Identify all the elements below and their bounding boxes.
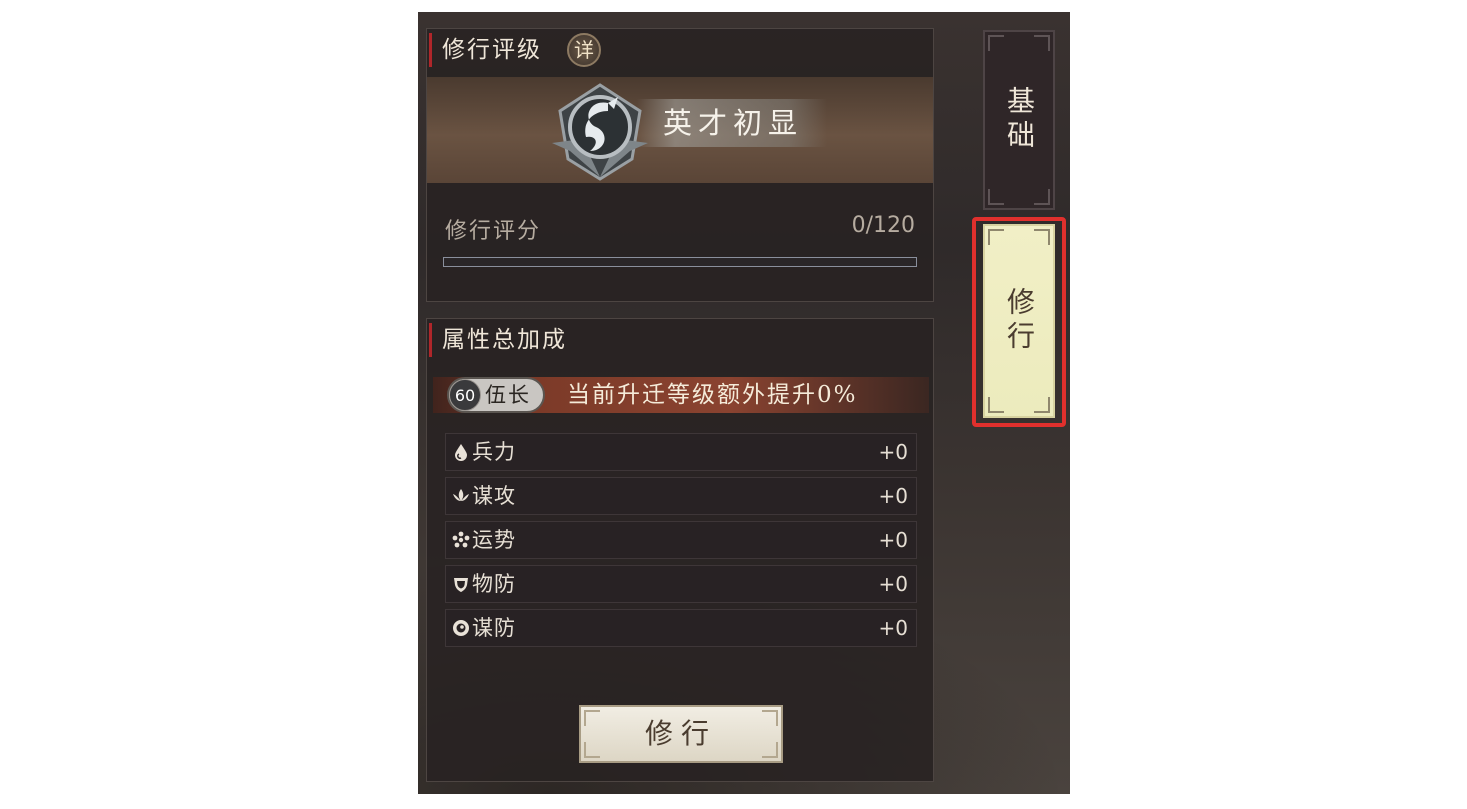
corner-ornament: [584, 742, 600, 758]
stat-value: +0: [878, 572, 908, 596]
lotus-icon: [453, 489, 469, 501]
corner-ornament: [988, 189, 1004, 205]
corner-ornament: [1034, 35, 1050, 51]
attributes-panel: 属性总加成 60 伍长 当前升迁等级额外提升0% 兵力 +0 谋攻 +0 运势 …: [426, 318, 934, 782]
rating-title: 修行评级: [429, 33, 542, 67]
rating-panel: 修行评级 详 英才初显 修行评分 0/120: [426, 28, 934, 302]
stat-row-fortune: 运势 +0: [445, 521, 917, 559]
level-name: 伍长: [485, 383, 531, 407]
corner-ornament: [1034, 189, 1050, 205]
stat-name: 谋攻: [472, 484, 516, 508]
score-progress-bar: [443, 257, 917, 267]
shield-icon: [454, 578, 468, 592]
corner-ornament: [762, 710, 778, 726]
train-button-label: 修行: [644, 717, 717, 750]
corner-ornament: [988, 229, 1004, 245]
score-value: 0/120: [851, 213, 915, 238]
rank-name: 英才初显: [663, 106, 804, 140]
stat-row-troops: 兵力 +0: [445, 433, 917, 471]
flower-icon: [452, 531, 470, 548]
corner-ornament: [988, 35, 1004, 51]
corner-ornament: [762, 742, 778, 758]
score-label: 修行评分: [445, 219, 542, 244]
rank-emblem-icon: [552, 83, 648, 181]
corner-ornament: [1034, 229, 1050, 245]
stat-name: 兵力: [472, 440, 516, 464]
tab-basic[interactable]: 基础: [983, 30, 1055, 210]
drop-icon: [455, 444, 467, 461]
eye-icon: [453, 620, 469, 636]
stat-name: 物防: [472, 572, 516, 596]
stat-name: 谋防: [472, 616, 516, 640]
stat-value: +0: [878, 484, 908, 508]
stat-row-physical-defense: 物防 +0: [445, 565, 917, 603]
stat-row-strategy-defense: 谋防 +0: [445, 609, 917, 647]
tab-basic-label: 基础: [1003, 86, 1036, 154]
train-button[interactable]: 修行: [579, 705, 783, 763]
detail-button[interactable]: 详: [567, 33, 601, 67]
stat-value: +0: [878, 528, 908, 552]
stat-name: 运势: [472, 528, 516, 552]
level-number: 60: [449, 379, 481, 411]
tab-train[interactable]: 修行: [983, 224, 1055, 418]
tab-train-label: 修行: [1003, 287, 1036, 355]
stat-row-strategy-attack: 谋攻 +0: [445, 477, 917, 515]
game-screen: 修行评级 详 英才初显 修行评分 0/120 属性总加成 60 伍长 当前升迁等…: [418, 12, 1070, 794]
corner-ornament: [988, 397, 1004, 413]
stat-value: +0: [878, 616, 908, 640]
level-badge: 60 伍长: [447, 377, 545, 413]
promotion-bonus-text: 当前升迁等级额外提升0%: [567, 382, 858, 408]
corner-ornament: [584, 710, 600, 726]
corner-ornament: [1034, 397, 1050, 413]
stat-value: +0: [878, 440, 908, 464]
attributes-title: 属性总加成: [429, 323, 567, 357]
